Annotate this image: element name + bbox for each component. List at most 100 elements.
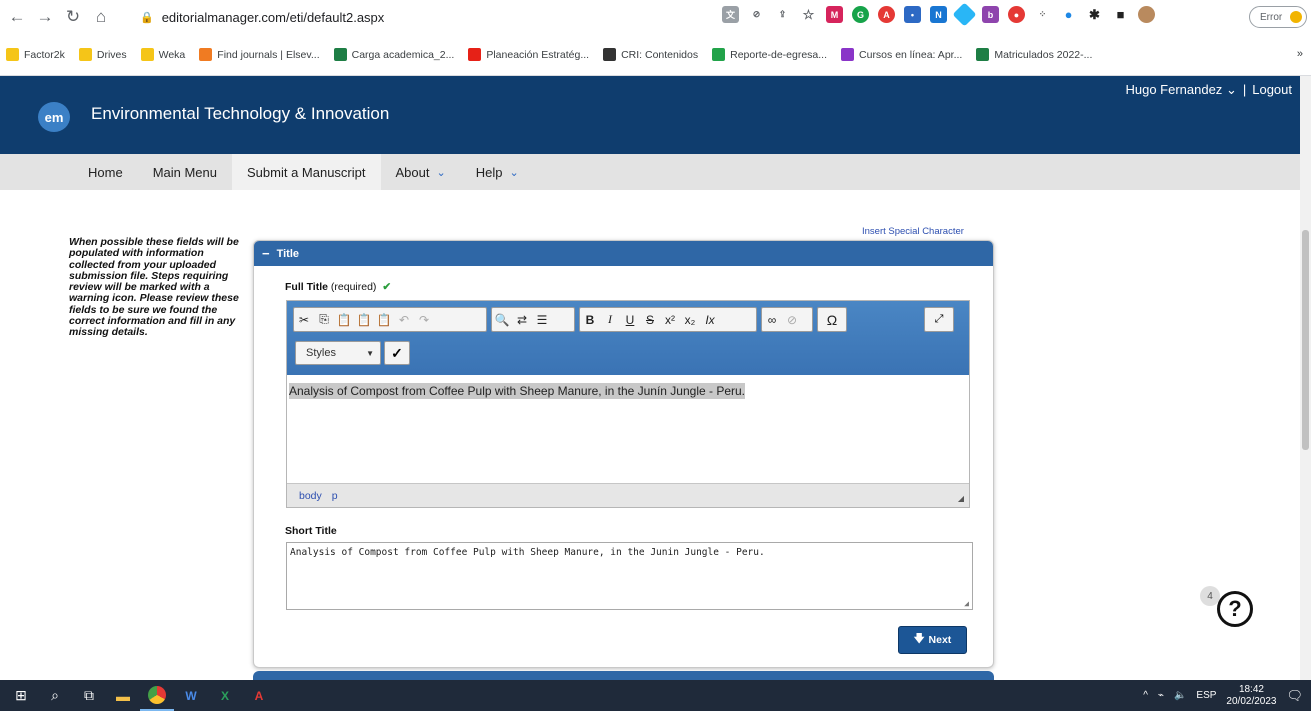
em-logo[interactable]: em	[38, 102, 70, 132]
bookmark-label: Cursos en línea: Apr...	[859, 48, 963, 61]
path-item-p[interactable]: p	[332, 490, 338, 502]
copy-icon[interactable]: ⎘	[315, 310, 333, 330]
cut-icon[interactable]: ✂	[295, 310, 313, 330]
extensions-puzzle-icon[interactable]: ✱	[1086, 6, 1103, 23]
share-icon[interactable]: ⇪	[774, 6, 791, 23]
address-bar[interactable]: 🔒 editorialmanager.com/eti/default2.aspx	[140, 4, 700, 30]
scrollbar-thumb[interactable]	[1302, 230, 1309, 450]
bookmark-item[interactable]: Weka	[140, 48, 185, 61]
notifications-icon[interactable]: 🗨	[1286, 688, 1303, 704]
strikethrough-icon[interactable]: S	[641, 310, 659, 330]
excel-icon[interactable]: X	[208, 680, 242, 711]
back-icon[interactable]: ←	[6, 6, 28, 28]
superscript-icon[interactable]: x²	[661, 310, 679, 330]
extension-drop-icon[interactable]: ●	[1060, 6, 1077, 23]
resize-grip-icon[interactable]: ◢	[964, 599, 969, 608]
windows-taskbar: ⊞ ⌕ ⧉ ▬ W X A ^ ⌁ 🔈 ESP 18:42 20/02/2023…	[0, 680, 1311, 711]
task-view-icon[interactable]: ⧉	[72, 680, 106, 711]
acrobat-icon[interactable]: A	[242, 680, 276, 711]
logout-link[interactable]: Logout	[1252, 82, 1292, 98]
extension-blue-icon[interactable]: •	[904, 6, 921, 23]
link-icon[interactable]: ∞	[763, 310, 781, 330]
tray-expand-icon[interactable]: ^	[1143, 690, 1148, 701]
extension-diamond-icon[interactable]	[952, 2, 977, 27]
extension-apple-icon[interactable]: ●	[1008, 6, 1025, 23]
bookmark-item[interactable]: Drives	[78, 48, 127, 61]
collapse-icon[interactable]: −	[262, 246, 270, 261]
extension-new-icon[interactable]: N	[930, 6, 947, 23]
bold-icon[interactable]: B	[581, 310, 599, 330]
extension-grammarly-icon[interactable]: G	[852, 6, 869, 23]
error-status-button[interactable]: Error	[1249, 6, 1307, 28]
menu-item-home[interactable]: Home	[73, 154, 138, 190]
lens-icon[interactable]: ⊘	[748, 6, 765, 23]
short-title-input[interactable]: Analysis of Compost from Coffee Pulp wit…	[286, 542, 973, 610]
reload-icon[interactable]: ↻	[62, 6, 84, 28]
insert-special-character-link[interactable]: Insert Special Character	[862, 226, 964, 237]
paste-icon[interactable]: 📋	[335, 310, 353, 330]
clock[interactable]: 18:42 20/02/2023	[1226, 684, 1276, 708]
side-panel-icon[interactable]: ■	[1112, 6, 1129, 23]
menu-item-label: Home	[88, 164, 123, 180]
extension-adblock-icon[interactable]: A	[878, 6, 895, 23]
bookmark-star-icon[interactable]: ☆	[800, 6, 817, 23]
title-panel-header[interactable]: − Title	[254, 241, 993, 266]
select-all-icon[interactable]: ☰	[533, 310, 551, 330]
extension-dots-icon[interactable]: ⁘	[1034, 6, 1051, 23]
network-icon[interactable]: ⌁	[1158, 690, 1164, 701]
bookmarks-overflow-icon[interactable]: »	[1297, 48, 1303, 60]
bookmark-item[interactable]: Cursos en línea: Apr...	[841, 48, 962, 61]
omega-icon[interactable]: Ω	[823, 310, 841, 330]
styles-dropdown[interactable]: Styles ▼	[295, 341, 381, 365]
paste-text-icon[interactable]: 📋	[355, 310, 373, 330]
replace-icon[interactable]: ⇄	[513, 310, 531, 330]
next-button[interactable]: 🡇 Next	[898, 626, 967, 654]
unlink-icon[interactable]: ⊘	[783, 310, 801, 330]
full-title-input[interactable]: Analysis of Compost from Coffee Pulp wit…	[287, 375, 969, 483]
full-title-label: Full Title (required) ✔	[285, 281, 391, 293]
chevron-down-icon: ⌄	[436, 166, 446, 179]
paste-word-icon[interactable]: 📋	[375, 310, 393, 330]
menu-item-main-menu[interactable]: Main Menu	[138, 154, 232, 190]
home-icon[interactable]: ⌂	[90, 6, 112, 28]
language-indicator[interactable]: ESP	[1196, 690, 1216, 701]
forward-icon[interactable]: →	[34, 6, 56, 28]
italic-icon[interactable]: I	[601, 310, 619, 330]
help-question-icon[interactable]: ?	[1217, 591, 1253, 627]
redo-icon[interactable]: ↷	[415, 310, 433, 330]
find-icon[interactable]: 🔍	[493, 310, 511, 330]
user-menu[interactable]: Hugo Fernandez ⌄	[1125, 82, 1236, 98]
next-panel-header[interactable]	[253, 671, 994, 680]
subscript-icon[interactable]: x₂	[681, 310, 699, 330]
word-icon[interactable]: W	[174, 680, 208, 711]
help-widget[interactable]: 4 ?	[1199, 584, 1259, 634]
path-item-body[interactable]: body	[299, 490, 322, 502]
chrome-icon[interactable]	[140, 680, 174, 711]
spellcheck-icon[interactable]: ✓	[384, 341, 410, 365]
bookmark-item[interactable]: Find journals | Elsev...	[199, 48, 320, 61]
undo-icon[interactable]: ↶	[395, 310, 413, 330]
translate-icon[interactable]: 文	[722, 6, 739, 23]
bookmark-item[interactable]: Planeación Estratég...	[468, 48, 589, 61]
menu-item-help[interactable]: Help ⌄	[461, 154, 534, 190]
link-group: ∞ ⊘	[761, 307, 813, 332]
bookmark-item[interactable]: Matriculados 2022-...	[976, 48, 1092, 61]
menu-item-about[interactable]: About ⌄	[381, 154, 461, 190]
remove-format-icon[interactable]: Ix	[701, 310, 719, 330]
bookmark-item[interactable]: Reporte-de-egresa...	[712, 48, 827, 61]
maximize-icon[interactable]: ⤢	[924, 307, 954, 332]
search-icon[interactable]: ⌕	[38, 680, 72, 711]
short-title-text: Analysis of Compost from Coffee Pulp wit…	[290, 547, 765, 558]
menu-item-submit-a-manuscript[interactable]: Submit a Manuscript	[232, 154, 381, 190]
bookmark-item[interactable]: Carga academica_2...	[333, 48, 454, 61]
extension-m-icon[interactable]: M	[826, 6, 843, 23]
file-explorer-icon[interactable]: ▬	[106, 680, 140, 711]
bookmark-item[interactable]: Factor2k	[6, 48, 65, 61]
profile-avatar[interactable]	[1138, 6, 1155, 23]
resize-grip-icon[interactable]: ◢	[958, 494, 964, 503]
windows-start-icon[interactable]: ⊞	[4, 680, 38, 711]
volume-icon[interactable]: 🔈	[1174, 690, 1186, 701]
bookmark-item[interactable]: CRI: Contenidos	[603, 48, 698, 61]
underline-icon[interactable]: U	[621, 310, 639, 330]
extension-b-icon[interactable]: b	[982, 6, 999, 23]
